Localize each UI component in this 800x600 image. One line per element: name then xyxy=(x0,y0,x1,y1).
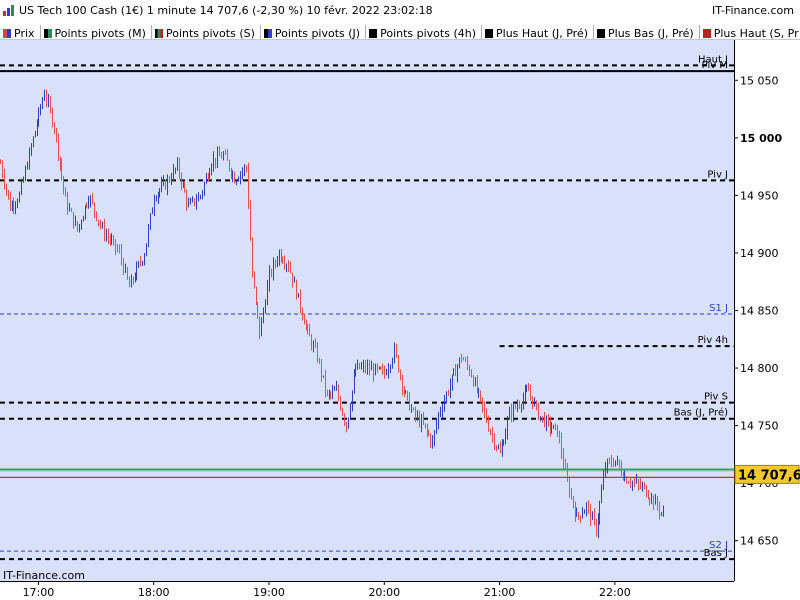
level-label: Piv J xyxy=(707,169,728,180)
legend-swatch-icon xyxy=(3,29,11,38)
x-tick-label: 21:00 xyxy=(484,586,516,599)
x-tick-label: 17:00 xyxy=(23,586,55,599)
x-tick-label: 19:00 xyxy=(253,586,285,599)
legend-label: Points pivots (4h) xyxy=(380,27,477,40)
legend-swatch-icon xyxy=(154,29,163,38)
price-band xyxy=(0,468,734,472)
legend-swatch-icon xyxy=(597,29,606,38)
price-chart[interactable]: Haut JPiv MPiv JS1 JPiv 4hPiv SBas (J, P… xyxy=(0,40,800,600)
y-tick-label: 14 850 xyxy=(740,305,779,318)
level-label: Piv 4h xyxy=(698,335,728,346)
y-tick-label: 15 050 xyxy=(740,74,779,87)
legend-item[interactable]: Plus Haut (J, Pré) xyxy=(482,25,595,40)
legend-swatch-icon xyxy=(702,29,711,38)
level-label: Piv S xyxy=(704,392,728,403)
legend-item[interactable]: Prix xyxy=(0,25,41,40)
legend-label: Points pivots (S) xyxy=(165,27,255,40)
plot-background xyxy=(0,40,734,581)
legend-swatch-icon xyxy=(263,29,272,38)
watermark: IT-Finance.com xyxy=(3,569,85,582)
legend-item[interactable]: Points pivots (S) xyxy=(152,25,261,40)
legend-label: Plus Haut (S, Pr xyxy=(713,27,799,40)
legend-swatch-icon xyxy=(485,29,494,38)
legend-item[interactable]: Points pivots (4h) xyxy=(366,25,483,40)
legend-item[interactable]: Points pivots (M) xyxy=(41,25,152,40)
legend-label: Points pivots (M) xyxy=(54,27,146,40)
indicator-legend: Prix Points pivots (M) Points pivots (S) Po… xyxy=(0,22,800,40)
y-tick-label: 14 800 xyxy=(740,362,779,375)
x-tick-label: 20:00 xyxy=(368,586,400,599)
legend-swatch-icon xyxy=(43,29,52,38)
chart-area[interactable]: Haut J Piv M Piv J S1 J Piv 4h Piv S Bas (J, P… xyxy=(0,40,800,600)
legend-item[interactable]: Plus Bas (J, Pré) xyxy=(594,25,700,40)
last-price-label: 14 707,6 xyxy=(738,468,800,483)
brand-name: IT-Finance.com xyxy=(712,4,794,17)
legend-label: Plus Haut (J, Pré) xyxy=(496,27,589,40)
legend-swatch-icon xyxy=(369,29,378,38)
level-label: Bas J xyxy=(704,548,728,559)
level-label: S1 J xyxy=(709,303,728,314)
legend-label: Plus Bas (J, Pré) xyxy=(608,27,694,40)
legend-label: Points pivots (J) xyxy=(274,27,361,40)
chart-logo-icon xyxy=(3,5,14,16)
level-label: Piv M xyxy=(702,60,728,71)
legend-item[interactable]: Plus Haut (S, Pr xyxy=(700,25,800,40)
y-tick-label: 14 750 xyxy=(740,420,779,433)
y-tick-label: 15 000 xyxy=(740,132,782,145)
x-tick-label: 22:00 xyxy=(599,586,631,599)
legend-item[interactable]: Points pivots (J) xyxy=(261,25,367,40)
chart-title: US Tech 100 Cash (1€) 1 minute 14 707,6 … xyxy=(19,4,433,17)
x-tick-label: 18:00 xyxy=(138,586,170,599)
y-tick-label: 14 650 xyxy=(740,535,779,548)
y-tick-label: 14 900 xyxy=(740,247,779,260)
level-label: Bas (J, Pré) xyxy=(674,407,728,419)
title-bar: US Tech 100 Cash (1€) 1 minute 14 707,6 … xyxy=(0,0,800,23)
legend-label: Prix xyxy=(14,27,35,40)
y-tick-label: 14 950 xyxy=(740,189,779,202)
